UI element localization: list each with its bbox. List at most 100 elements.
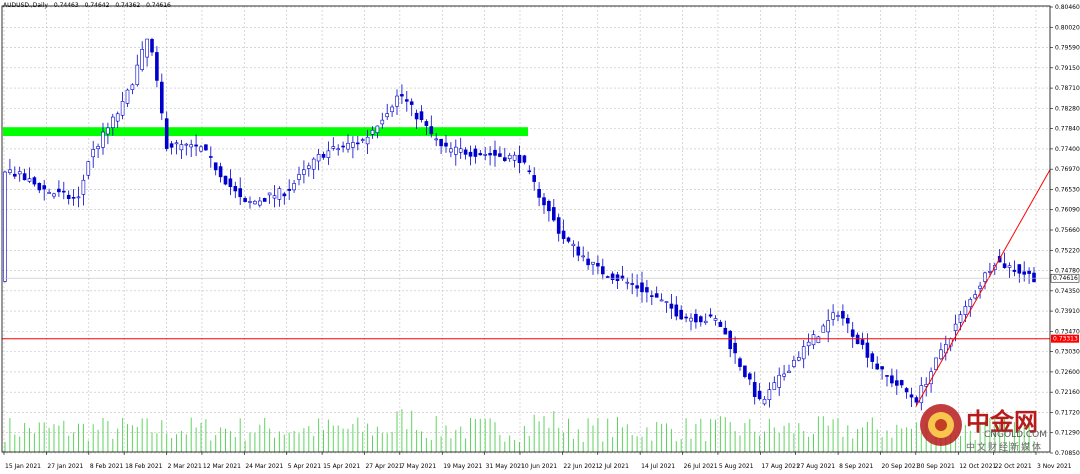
x-tick-label: 2 Jul 2021 [599, 463, 629, 470]
y-tick-label: 0.78710 [1055, 85, 1080, 92]
x-tick-label: 10 Jun 2021 [521, 463, 557, 470]
ohlc-close: 0.74616 [146, 2, 171, 9]
candle-body [346, 142, 350, 150]
candle-body [272, 195, 277, 199]
candle-body [463, 149, 468, 155]
candle-body [17, 171, 22, 175]
candle-body [542, 197, 546, 206]
candle-body [160, 81, 164, 114]
candle-body [654, 293, 659, 298]
candle-body [860, 339, 865, 345]
candle-body [904, 388, 909, 393]
candle-body [444, 142, 448, 147]
y-tick-label: 0.78280 [1055, 105, 1080, 112]
candle-body [757, 390, 762, 400]
candle-body [184, 143, 189, 146]
candle-body [233, 186, 238, 192]
candle-body [689, 317, 693, 322]
candle-body [135, 64, 140, 85]
y-tick-label: 0.72160 [1055, 389, 1080, 396]
candle-body [341, 145, 345, 148]
candle-body [257, 200, 262, 206]
ohlc-high: 0.74642 [84, 2, 110, 9]
candle-body [243, 198, 247, 202]
candle-body [130, 84, 135, 90]
candle-body [787, 370, 791, 374]
candle-body [1012, 269, 1017, 272]
candle-body [890, 375, 894, 384]
candle-body [101, 131, 105, 148]
cngold-watermark: 中金网 CNGOLD.COM 中文财经新媒体 [918, 400, 1076, 453]
candle-body [380, 119, 385, 125]
candle-body [743, 365, 747, 377]
candle-body [850, 329, 855, 337]
candle-body [968, 299, 973, 307]
y-tick-label: 0.77840 [1055, 126, 1080, 133]
candle-body [81, 179, 86, 195]
candle-body [983, 272, 987, 282]
y-tick-label: 0.73030 [1055, 349, 1080, 356]
candle-body [865, 342, 870, 358]
candle-body [213, 162, 218, 171]
candle-body [282, 193, 287, 197]
candle-body [395, 95, 399, 107]
x-tick-label: 22 Jun 2021 [563, 463, 599, 470]
candle-body [502, 157, 507, 161]
y-tick-label: 0.79150 [1055, 65, 1080, 72]
candle-body [86, 161, 91, 176]
candle-body [1027, 270, 1031, 274]
x-tick-label: 15 Apr 2021 [323, 463, 360, 470]
candle-body [507, 155, 512, 160]
candle-body [434, 138, 439, 141]
candle-body [453, 146, 458, 155]
candle-body [375, 125, 380, 133]
candle-body [953, 323, 958, 332]
y-tick-label: 0.72600 [1055, 369, 1080, 376]
candle-body [988, 271, 992, 273]
candle-body [1017, 264, 1022, 274]
candle-body [458, 148, 463, 153]
candle-body [174, 142, 179, 145]
candle-body [164, 118, 169, 149]
candle-body [694, 313, 698, 323]
candle-body [821, 325, 826, 333]
current-price-label: 0.74616 [1053, 275, 1078, 282]
candle-body [713, 318, 718, 321]
candle-body [556, 217, 561, 234]
candle-body [796, 357, 801, 361]
candle-body [1032, 272, 1036, 283]
candle-body [414, 112, 419, 120]
candle-body [287, 188, 292, 191]
candle-body [522, 155, 527, 163]
ohlc-open: 0.74463 [53, 2, 79, 9]
candle-body [664, 301, 669, 303]
candle-body [400, 94, 404, 97]
candle-body [718, 321, 723, 327]
ohlc-low: 0.74362 [115, 2, 141, 9]
candle-body [360, 139, 365, 141]
candle-body [792, 359, 796, 367]
candle-body [738, 358, 742, 367]
candle-body [409, 101, 414, 105]
candle-body [747, 373, 752, 380]
candle-body [576, 246, 581, 256]
x-tick-label: 14 Jul 2021 [641, 463, 675, 470]
candle-body [855, 334, 860, 345]
y-tick-label: 0.74780 [1055, 268, 1080, 275]
candle-body [978, 285, 982, 289]
candle-body [610, 273, 615, 281]
candle-body [836, 315, 840, 317]
candle-body [762, 398, 767, 405]
candle-body [223, 175, 228, 185]
candle-body [806, 341, 811, 347]
candle-body [645, 287, 649, 293]
candle-body [708, 314, 713, 317]
y-tick-label: 0.80020 [1055, 24, 1080, 31]
candle-body [801, 346, 806, 360]
candle-body [449, 148, 453, 153]
candle-body [537, 188, 541, 198]
x-tick-label: 12 Oct 2021 [959, 463, 996, 470]
candle-body [875, 363, 880, 370]
candle-body [336, 148, 341, 151]
x-tick-label: 8 Sep 2021 [839, 463, 873, 470]
